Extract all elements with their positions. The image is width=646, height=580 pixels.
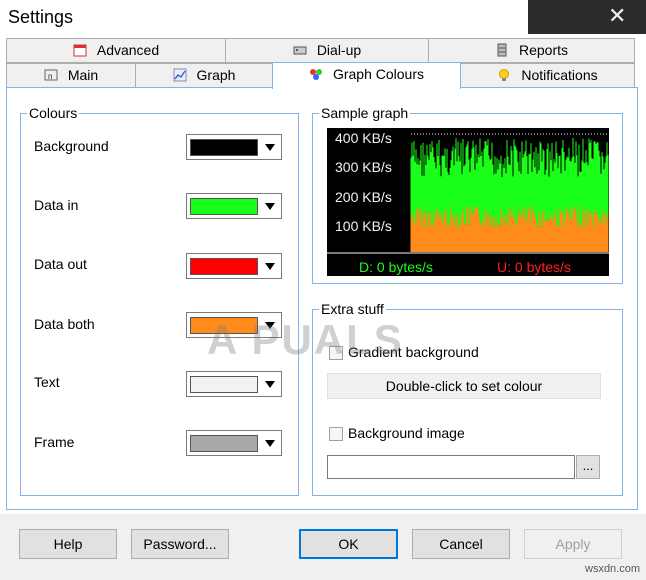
browse-button[interactable]: ... [576, 455, 600, 479]
sample-graph-group-title: Sample graph [319, 105, 411, 121]
tab-dial-up[interactable]: Dial-up [225, 38, 429, 63]
background-image-path-input[interactable] [327, 455, 575, 479]
ok-button[interactable]: OK [299, 529, 398, 559]
graph-ylabel: 100 KB/s [335, 218, 392, 234]
tab-reports[interactable]: Reports [428, 38, 635, 63]
data-out-colour-picker[interactable] [186, 253, 282, 279]
data-both-label: Data both [34, 316, 95, 332]
apply-button[interactable]: Apply [524, 529, 622, 559]
dropdown-arrow-icon [265, 263, 275, 270]
close-button[interactable]: ✕ [528, 0, 646, 34]
svg-text:n: n [48, 72, 52, 81]
swatch-fill [190, 435, 258, 452]
graph-ylabel: 300 KB/s [335, 159, 392, 175]
tab-graph-colours[interactable]: Graph Colours [272, 62, 461, 89]
site-watermark: wsxdn.com [585, 563, 641, 575]
background-image-label: Background image [348, 425, 465, 441]
dropdown-arrow-icon [265, 440, 275, 447]
frame-colour-picker[interactable] [186, 430, 282, 456]
background-colour-picker[interactable] [186, 134, 282, 160]
data-in-label: Data in [34, 197, 79, 213]
modem-icon [293, 46, 307, 55]
swatch-fill [190, 139, 258, 156]
watermark-logo: A PUALS [207, 316, 404, 363]
tab-graph[interactable]: Graph [135, 63, 273, 88]
help-button[interactable]: Help [19, 529, 117, 559]
data-out-label: Data out [34, 256, 87, 272]
tab-advanced[interactable]: Advanced [6, 38, 226, 63]
background-image-checkbox[interactable] [329, 427, 343, 441]
password-button[interactable]: Password... [131, 529, 229, 559]
sample-graph: 400 KB/s 300 KB/s 200 KB/s 100 KB/s D: 0… [327, 128, 609, 276]
dropdown-arrow-icon [265, 144, 275, 151]
download-rate: D: 0 bytes/s [359, 259, 433, 275]
upload-rate: U: 0 bytes/s [497, 259, 571, 275]
text-colour-picker[interactable] [186, 371, 282, 397]
dropdown-arrow-icon [265, 203, 275, 210]
set-colour-button[interactable]: Double-click to set colour [327, 373, 601, 399]
data-in-colour-picker[interactable] [186, 193, 282, 219]
dropdown-arrow-icon [265, 381, 275, 388]
server-icon [497, 43, 507, 57]
close-icon: ✕ [608, 3, 627, 28]
background-label: Background [34, 138, 109, 154]
colours-group-title: Colours [27, 105, 80, 121]
graph-ylabel: 400 KB/s [335, 130, 392, 146]
text-label: Text [34, 374, 60, 390]
calendar-icon [73, 44, 87, 57]
swatch-fill [190, 376, 258, 393]
frame-label: Frame [34, 434, 75, 450]
graph-icon [173, 68, 187, 82]
window-title: Settings [8, 7, 74, 27]
swatch-fill [190, 258, 258, 275]
tab-main[interactable]: n Main [6, 63, 136, 88]
extra-stuff-group-title: Extra stuff [319, 301, 386, 317]
palette-icon [309, 69, 322, 80]
colours-group: Colours Background Data in Data out Data… [20, 105, 299, 496]
window-icon: n [44, 69, 58, 81]
graph-ylabel: 200 KB/s [335, 189, 392, 205]
bulb-icon [499, 69, 510, 81]
tab-notifications[interactable]: Notifications [460, 63, 635, 88]
cancel-button[interactable]: Cancel [412, 529, 510, 559]
swatch-fill [190, 198, 258, 215]
tab-panel: Colours Background Data in Data out Data… [6, 87, 638, 510]
sample-graph-group: Sample graph 400 KB/s 300 KB/s 200 KB/s … [312, 105, 623, 284]
